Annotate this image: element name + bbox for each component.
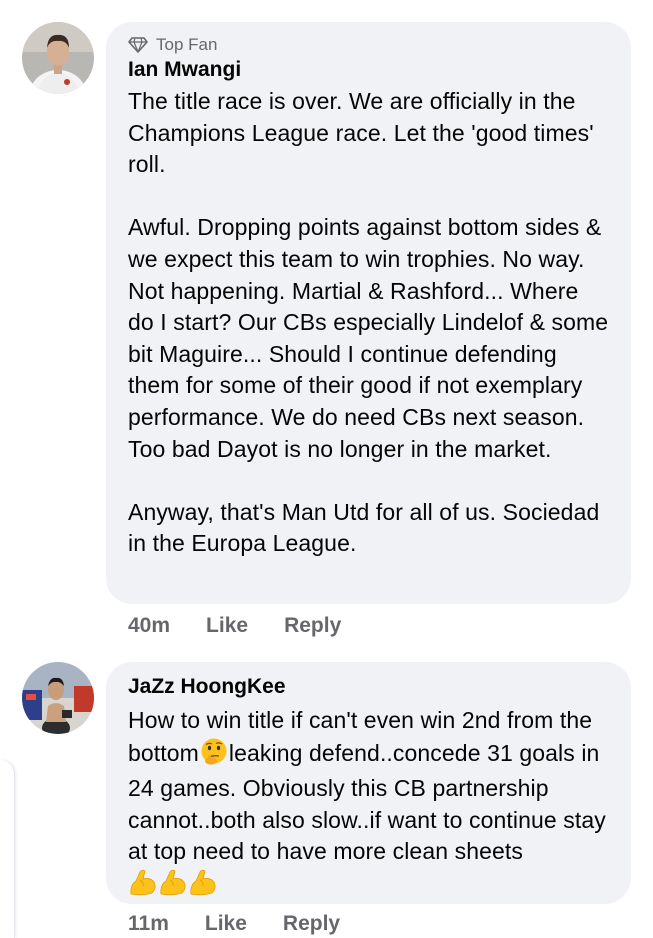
comment-paragraph: The title race is over. We are officiall… [128, 88, 594, 178]
avatar[interactable] [22, 22, 94, 94]
comment-text: The title race is over. We are officiall… [128, 86, 609, 560]
flexed-biceps-emoji [128, 868, 218, 905]
reply-button[interactable]: Reply [283, 912, 340, 936]
diamond-icon [128, 37, 148, 53]
side-panel-edge [0, 760, 15, 938]
reply-button[interactable]: Reply [284, 614, 341, 638]
flexed-biceps-icon [130, 869, 216, 896]
face-with-hand-over-mouth-emoji [199, 737, 229, 774]
comment-paragraph: Anyway, that's Man Utd for all of us. So… [128, 498, 600, 557]
badge-label: Top Fan [156, 35, 218, 54]
comment-timestamp[interactable]: 11m [128, 912, 169, 936]
comment-timestamp[interactable]: 40m [128, 614, 170, 638]
comment-author[interactable]: JaZz HoongKee [128, 674, 609, 700]
comment-author[interactable]: Ian Mwangi [128, 57, 609, 83]
avatar-photo-icon [22, 662, 94, 734]
like-button[interactable]: Like [205, 912, 247, 936]
like-button[interactable]: Like [206, 614, 248, 638]
comment-bubble: Top Fan Ian Mwangi The title race is ove… [106, 22, 631, 604]
comment-paragraph: Awful. Dropping points against bottom si… [128, 214, 609, 462]
comment-actions: 11m Like Reply [128, 912, 376, 936]
thinking-face-icon [201, 738, 227, 765]
comment-bubble: JaZz HoongKee How to win title if can't … [106, 662, 631, 904]
avatar-photo-icon [22, 22, 94, 94]
avatar[interactable] [22, 662, 94, 734]
comment-text: How to win title if can't even win 2nd f… [128, 705, 609, 905]
top-fan-badge: Top Fan [128, 34, 609, 56]
comment-actions: 40m Like Reply [128, 614, 377, 638]
